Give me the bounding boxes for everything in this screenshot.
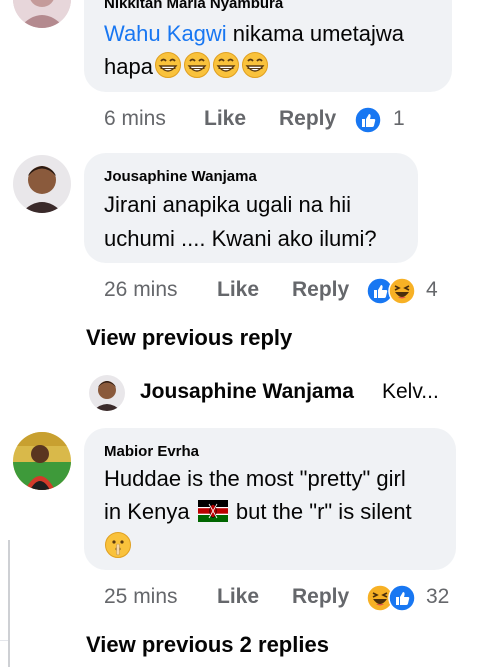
view-previous-replies-link[interactable]: View previous 2 replies: [86, 632, 329, 658]
avatar[interactable]: [89, 375, 125, 411]
reply-preview-snippet[interactable]: Kelv...: [382, 380, 439, 404]
comment-text-line2: uchumi .... Kwani ako ilumi?: [104, 226, 377, 251]
comment-timestamp[interactable]: 25 mins: [104, 582, 178, 612]
comment-author[interactable]: Jousaphine Wanjama: [104, 168, 257, 185]
thread-line: [8, 540, 10, 667]
comment-actions: 25 mins Like Reply 32: [104, 582, 464, 612]
comment-actions: 6 mins Like Reply 1: [104, 104, 444, 134]
comment-text-line1: Jirani anapika ugali na hii: [104, 192, 352, 217]
reply-button[interactable]: Reply: [279, 104, 336, 134]
like-button[interactable]: Like: [204, 104, 246, 134]
haha-reaction-icon[interactable]: [388, 277, 416, 305]
comment-text-word: hapa: [104, 54, 153, 79]
avatar[interactable]: [13, 0, 71, 28]
thread-line: [0, 640, 8, 641]
grin-emoji-icon: [154, 51, 270, 79]
view-previous-reply-link[interactable]: View previous reply: [86, 325, 292, 351]
comment-text-line1: nikama umetajwa: [226, 21, 404, 46]
comment-author[interactable]: Mabior Evrha: [104, 443, 199, 460]
comment-text-line2: in Kenya but the "r" is silent: [104, 495, 412, 529]
like-reaction-icon[interactable]: [354, 106, 382, 134]
reply-preview-author[interactable]: Jousaphine Wanjama: [140, 380, 354, 404]
comment-text: Wahu Kagwi nikama umetajwa: [104, 17, 404, 51]
comment-text-part: in Kenya: [104, 499, 190, 524]
comment-text-part: but the "r" is silent: [229, 499, 412, 524]
avatar[interactable]: [13, 155, 71, 213]
comment-text-line1: Huddae is the most "pretty" girl: [104, 466, 406, 491]
reaction-count[interactable]: 32: [426, 582, 449, 612]
avatar[interactable]: [13, 432, 71, 490]
like-reaction-icon[interactable]: [388, 584, 416, 612]
comment-timestamp[interactable]: 6 mins: [104, 104, 166, 134]
like-button[interactable]: Like: [217, 582, 259, 612]
kenya-flag-icon: [197, 500, 228, 522]
reaction-count[interactable]: 4: [426, 275, 438, 305]
reply-button[interactable]: Reply: [292, 582, 349, 612]
comment-text-line2: hapa: [104, 50, 270, 84]
comment-actions: 26 mins Like Reply 4: [104, 275, 454, 305]
comment-timestamp[interactable]: 26 mins: [104, 275, 178, 305]
comment-author[interactable]: Nikkitah Maria Nyambura: [104, 0, 283, 12]
like-button[interactable]: Like: [217, 275, 259, 305]
mention-link[interactable]: Wahu Kagwi: [104, 21, 227, 46]
reply-button[interactable]: Reply: [292, 275, 349, 305]
reaction-count[interactable]: 1: [393, 104, 405, 134]
shushing-emoji-icon: [104, 531, 132, 559]
